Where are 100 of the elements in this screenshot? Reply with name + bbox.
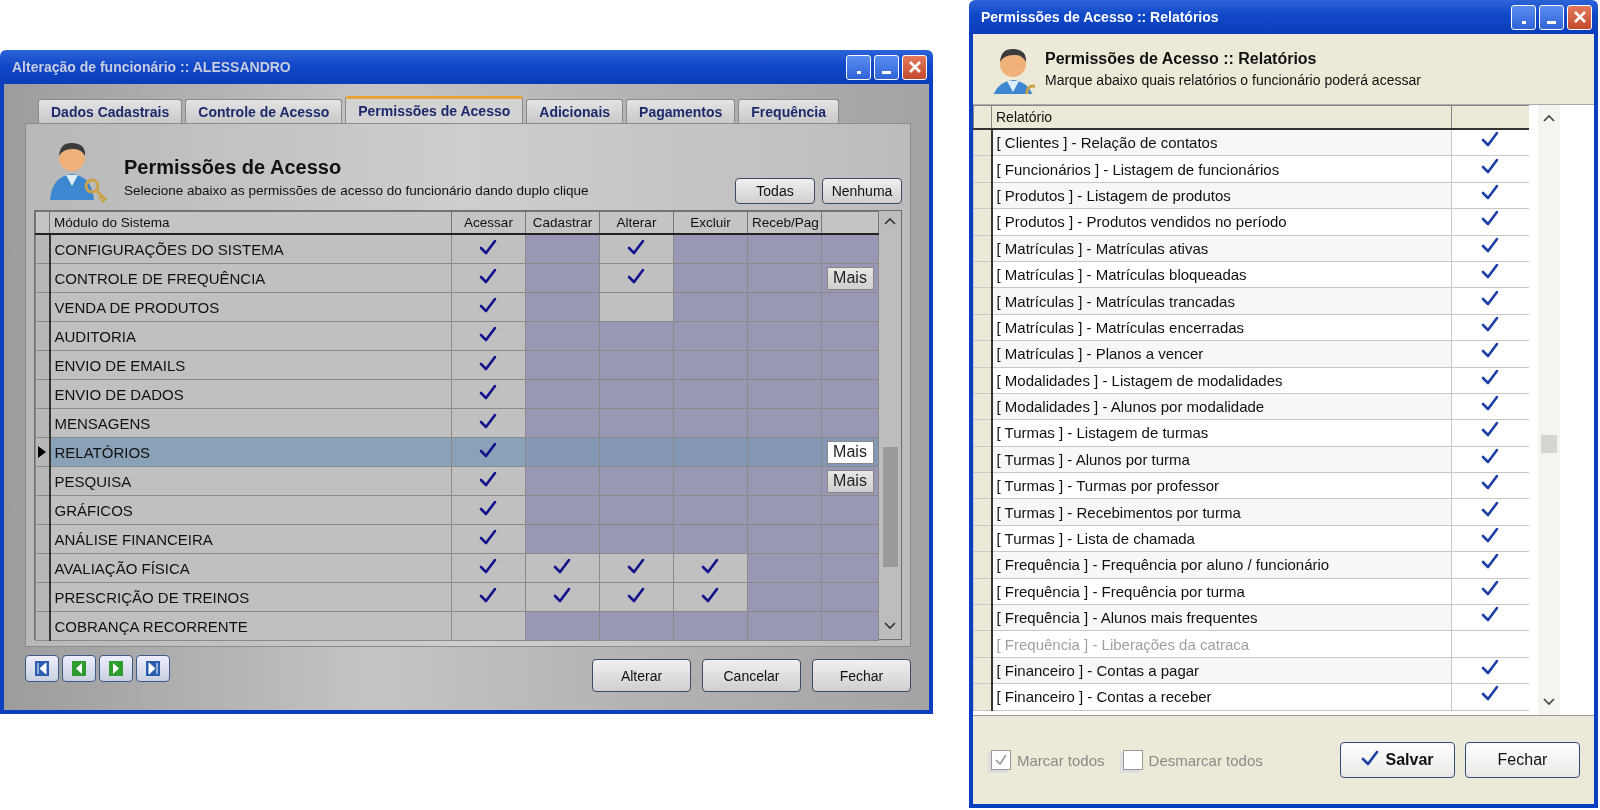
maximize-button[interactable]	[1539, 4, 1564, 30]
report-cell[interactable]: [ Turmas ] - Recebimentos por turma	[991, 498, 1452, 526]
permission-cell[interactable]	[525, 524, 600, 554]
permission-cell[interactable]	[451, 408, 526, 438]
permission-cell[interactable]	[525, 321, 600, 351]
permission-cell[interactable]	[525, 437, 600, 467]
check-cell[interactable]	[1451, 208, 1529, 236]
permission-cell[interactable]	[673, 379, 748, 409]
report-cell[interactable]: [ Frequência ] - Frequência por aluno / funcionário	[991, 551, 1452, 579]
report-cell[interactable]: [ Matrículas ] - Matrículas trancadas	[991, 287, 1452, 315]
permission-cell[interactable]	[747, 292, 822, 322]
permission-cell[interactable]	[673, 350, 748, 380]
row-indicator[interactable]	[35, 263, 50, 293]
check-cell[interactable]	[1451, 182, 1529, 209]
report-cell[interactable]: [ Clientes ] - Relação de contatos	[991, 129, 1452, 156]
check-cell[interactable]	[1451, 472, 1529, 499]
permission-cell[interactable]	[673, 553, 748, 583]
permission-cell[interactable]	[525, 582, 600, 612]
tab[interactable]: Controle de Acesso	[185, 99, 343, 123]
permission-cell[interactable]	[673, 582, 748, 612]
permission-cell[interactable]	[599, 582, 674, 612]
permission-cell[interactable]	[673, 321, 748, 351]
row-indicator[interactable]	[35, 321, 50, 351]
previous-button[interactable]	[62, 655, 96, 682]
permission-cell[interactable]	[451, 437, 526, 467]
tab[interactable]: Frequência	[738, 99, 839, 123]
permission-cell[interactable]	[525, 350, 600, 380]
permission-cell[interactable]	[451, 466, 526, 496]
report-cell[interactable]: [ Turmas ] - Lista de chamada	[991, 525, 1452, 552]
permission-cell[interactable]	[673, 437, 748, 467]
maximize-button[interactable]	[874, 54, 899, 80]
permission-cell[interactable]	[451, 611, 526, 641]
dialog-button[interactable]: Salvar	[1340, 742, 1455, 778]
permission-cell[interactable]	[673, 234, 748, 264]
row-indicator[interactable]	[35, 408, 50, 438]
report-cell[interactable]: [ Frequência ] - Frequência por turma	[991, 578, 1452, 605]
permission-cell[interactable]	[599, 466, 674, 496]
permission-cell[interactable]	[747, 408, 822, 438]
permission-cell[interactable]	[525, 292, 600, 322]
permission-cell[interactable]	[747, 263, 822, 293]
permission-cell[interactable]	[451, 234, 526, 264]
permission-cell[interactable]	[599, 350, 674, 380]
row-indicator[interactable]	[35, 466, 50, 496]
permission-cell[interactable]	[525, 263, 600, 293]
report-cell[interactable]: [ Matrículas ] - Matrículas ativas	[991, 235, 1452, 262]
permission-cell[interactable]	[747, 234, 822, 264]
minimize-button[interactable]	[1511, 4, 1536, 30]
permission-cell[interactable]	[451, 263, 526, 293]
permission-cell[interactable]	[747, 321, 822, 351]
tab[interactable]: Adicionais	[526, 99, 624, 123]
permission-cell[interactable]	[673, 611, 748, 641]
report-cell[interactable]: [ Funcionários ] - Listagem de funcionários	[991, 155, 1452, 183]
report-cell[interactable]: [ Matrículas ] - Matrículas encerradas	[991, 314, 1452, 341]
report-cell[interactable]: [ Turmas ] - Listagem de turmas	[991, 419, 1452, 447]
action-button[interactable]: Cancelar	[702, 659, 801, 692]
permission-cell[interactable]	[525, 553, 600, 583]
permission-cell[interactable]	[599, 495, 674, 525]
permission-cell[interactable]	[673, 408, 748, 438]
action-button[interactable]: Alterar	[592, 659, 691, 692]
permission-cell[interactable]	[673, 263, 748, 293]
permission-cell[interactable]	[525, 495, 600, 525]
check-cell[interactable]	[1451, 340, 1529, 367]
row-indicator[interactable]	[35, 553, 50, 583]
permission-cell[interactable]	[747, 524, 822, 554]
more-button[interactable]: Mais	[826, 469, 874, 493]
report-cell[interactable]: [ Matrículas ] - Planos a vencer	[991, 340, 1452, 367]
report-cell[interactable]: [ Matrículas ] - Matrículas bloqueadas	[991, 261, 1452, 288]
report-cell[interactable]: [ Produtos ] - Produtos vendidos no período	[991, 208, 1452, 236]
row-indicator[interactable]	[35, 611, 50, 641]
permission-cell[interactable]	[451, 553, 526, 583]
last-button[interactable]	[136, 655, 170, 682]
check-cell[interactable]	[1451, 314, 1529, 341]
permission-cell[interactable]	[673, 524, 748, 554]
permission-cell[interactable]	[451, 379, 526, 409]
permission-cell[interactable]	[599, 379, 674, 409]
more-button[interactable]: Mais	[826, 266, 874, 290]
permission-cell[interactable]	[673, 292, 748, 322]
permission-cell[interactable]	[451, 321, 526, 351]
select-button[interactable]: Nenhuma	[822, 178, 902, 204]
permission-cell[interactable]	[747, 350, 822, 380]
permission-cell[interactable]	[599, 321, 674, 351]
check-cell[interactable]	[1451, 235, 1529, 262]
report-cell[interactable]: [ Produtos ] - Listagem de produtos	[991, 182, 1452, 209]
permission-cell[interactable]	[451, 350, 526, 380]
report-cell[interactable]: [ Modalidades ] - Alunos por modalidade	[991, 393, 1452, 420]
tab[interactable]: Pagamentos	[626, 99, 736, 123]
row-indicator[interactable]	[35, 524, 50, 554]
permission-cell[interactable]	[747, 379, 822, 409]
permission-cell[interactable]	[673, 495, 748, 525]
permission-cell[interactable]	[525, 408, 600, 438]
permission-cell[interactable]	[599, 553, 674, 583]
check-cell[interactable]	[1451, 261, 1529, 288]
check-cell[interactable]	[1451, 604, 1529, 631]
permission-cell[interactable]	[599, 524, 674, 554]
check-cell[interactable]	[1451, 683, 1529, 711]
permission-cell[interactable]	[747, 582, 822, 612]
permission-cell[interactable]	[525, 611, 600, 641]
row-indicator[interactable]	[35, 350, 50, 380]
close-button[interactable]	[1567, 4, 1592, 30]
permission-cell[interactable]	[673, 466, 748, 496]
